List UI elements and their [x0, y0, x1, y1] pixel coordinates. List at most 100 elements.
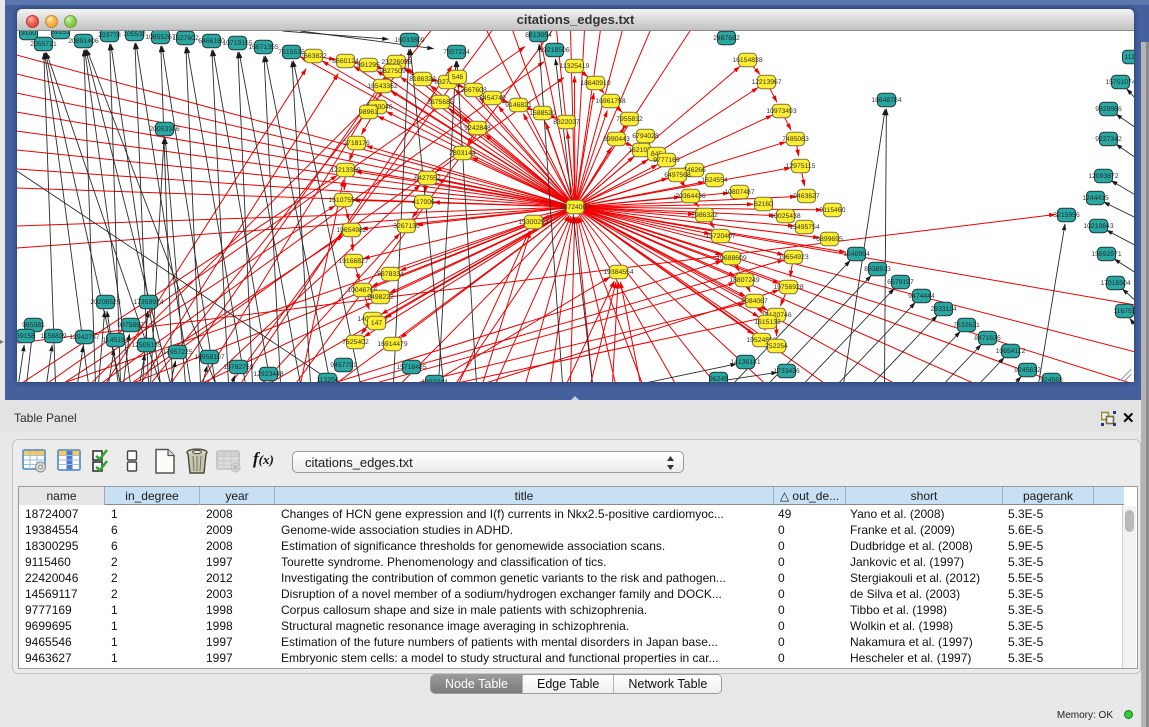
- svg-text:20364436: 20364436: [675, 193, 705, 200]
- svg-text:19756928: 19756928: [773, 284, 803, 291]
- svg-text:3267130: 3267130: [393, 223, 420, 230]
- svg-text:2718176: 2718176: [343, 140, 370, 147]
- svg-text:10025438: 10025438: [770, 213, 800, 220]
- svg-text:7632621: 7632621: [953, 322, 980, 329]
- svg-text:11325419: 11325419: [560, 63, 590, 70]
- svg-text:12923448: 12923448: [253, 371, 283, 378]
- svg-text:891295: 891295: [357, 62, 380, 69]
- svg-text:6497568: 6497568: [664, 172, 691, 179]
- svg-text:15716485: 15716485: [396, 364, 426, 371]
- svg-text:10958107: 10958107: [194, 354, 224, 361]
- svg-text:10807487: 10807487: [724, 189, 754, 196]
- svg-text:8186328: 8186328: [409, 76, 436, 83]
- svg-text:16033809: 16033809: [394, 37, 424, 44]
- svg-text:7357224: 7357224: [443, 49, 470, 56]
- svg-text:252254: 252254: [765, 343, 788, 350]
- svg-text:8990443: 8990443: [603, 136, 630, 143]
- svg-text:7986322: 7986322: [691, 212, 718, 219]
- svg-text:8660124: 8660124: [332, 58, 359, 65]
- svg-text:9100: 9100: [21, 31, 36, 37]
- svg-text:1156829: 1156829: [41, 333, 67, 340]
- svg-text:16961758: 16961758: [595, 98, 625, 105]
- svg-text:3215956: 3215956: [1053, 212, 1080, 219]
- svg-text:8938913: 8938913: [864, 266, 891, 273]
- svg-text:19218506: 19218506: [539, 47, 569, 54]
- svg-text:12213389: 12213389: [330, 167, 360, 174]
- svg-text:1624554: 1624554: [701, 177, 728, 184]
- svg-text:8471636: 8471636: [974, 335, 1001, 342]
- svg-text:417006: 417006: [412, 199, 435, 206]
- svg-text:9975867: 9975867: [117, 322, 144, 329]
- svg-text:2933114: 2933114: [931, 306, 957, 313]
- svg-text:985081: 985081: [22, 322, 45, 329]
- svg-text:16782759: 16782759: [223, 364, 253, 371]
- svg-text:9329966: 9329966: [1095, 106, 1122, 113]
- svg-text:9457791: 9457791: [330, 362, 357, 369]
- svg-text:9463627: 9463627: [793, 193, 820, 200]
- svg-text:9084067: 9084067: [741, 298, 768, 305]
- svg-text:16671355: 16671355: [248, 44, 278, 51]
- svg-text:20053346: 20053346: [149, 126, 179, 133]
- svg-text:9242848: 9242848: [464, 125, 491, 132]
- svg-text:546: 546: [452, 74, 464, 81]
- svg-text:20891406: 20891406: [68, 38, 98, 45]
- svg-text:17016504: 17016504: [1100, 280, 1130, 287]
- svg-text:12093872: 12093872: [1088, 173, 1118, 180]
- svg-text:924563: 924563: [1040, 377, 1063, 382]
- svg-text:18807249: 18807249: [729, 277, 759, 284]
- svg-text:15692971: 15692971: [1091, 251, 1121, 258]
- svg-text:7955812: 7955812: [616, 116, 643, 123]
- svg-text:15720407: 15720407: [705, 233, 735, 240]
- svg-text:1292344: 1292344: [421, 379, 448, 382]
- svg-text:19654923: 19654923: [778, 254, 808, 261]
- svg-text:6899695: 6899695: [816, 236, 843, 243]
- svg-text:116753: 116753: [1113, 308, 1134, 315]
- svg-text:18640910: 18640910: [580, 80, 610, 87]
- svg-text:12505135: 12505135: [131, 342, 161, 349]
- svg-text:8878334: 8878334: [377, 271, 404, 278]
- svg-text:17359924: 17359924: [133, 299, 163, 306]
- svg-text:9474444: 9474444: [908, 293, 935, 300]
- svg-text:113204: 113204: [316, 377, 338, 382]
- svg-text:19384554: 19384554: [603, 269, 633, 276]
- svg-text:16154838: 16154838: [732, 57, 762, 64]
- svg-text:19654982: 19654982: [336, 227, 366, 234]
- svg-text:7663822: 7663822: [300, 53, 327, 60]
- svg-text:19166827: 19166827: [338, 258, 368, 265]
- svg-text:8322037: 8322037: [553, 119, 580, 126]
- svg-text:6679197: 6679197: [887, 279, 914, 286]
- svg-text:17957225: 17957225: [162, 349, 192, 356]
- svg-text:39151: 39151: [51, 31, 70, 36]
- svg-text:16107554: 16107554: [328, 197, 358, 204]
- svg-text:10654112: 10654112: [996, 348, 1026, 355]
- svg-text:10855267: 10855267: [145, 34, 175, 41]
- svg-text:6794028: 6794028: [632, 133, 659, 140]
- svg-text:12942757: 12942757: [69, 334, 99, 341]
- svg-text:7625402: 7625402: [342, 339, 369, 346]
- svg-text:16648784: 16648784: [871, 97, 901, 104]
- svg-text:1588520: 1588520: [529, 110, 556, 117]
- svg-text:10973493: 10973493: [766, 108, 796, 115]
- svg-text:147: 147: [371, 320, 383, 327]
- svg-text:18724007: 18724007: [560, 204, 590, 211]
- svg-text:39158: 39158: [17, 333, 35, 340]
- svg-text:62160: 62160: [754, 201, 773, 208]
- svg-text:2055721: 2055721: [30, 41, 57, 48]
- svg-text:1615132: 1615132: [754, 319, 781, 326]
- svg-text:9146821: 9146821: [505, 102, 532, 109]
- svg-text:105532: 105532: [123, 31, 146, 38]
- svg-text:15300293: 15300293: [518, 219, 548, 226]
- svg-text:2487682: 2487682: [713, 35, 740, 42]
- svg-text:3675685: 3675685: [427, 99, 454, 106]
- svg-text:14136141: 14136141: [730, 359, 760, 366]
- svg-text:8813054: 8813054: [525, 32, 552, 39]
- svg-text:9827509: 9827509: [379, 68, 406, 75]
- svg-text:9498222: 9498222: [367, 294, 394, 301]
- svg-text:1244415: 1244415: [1082, 195, 1109, 202]
- svg-text:10688609: 10688609: [716, 255, 746, 262]
- svg-text:2667608: 2667608: [460, 87, 487, 94]
- svg-text:1112: 1112: [1124, 54, 1134, 61]
- svg-text:8454749: 8454749: [479, 95, 506, 102]
- svg-text:2803144: 2803144: [449, 150, 476, 157]
- svg-text:8427552: 8427552: [414, 175, 441, 182]
